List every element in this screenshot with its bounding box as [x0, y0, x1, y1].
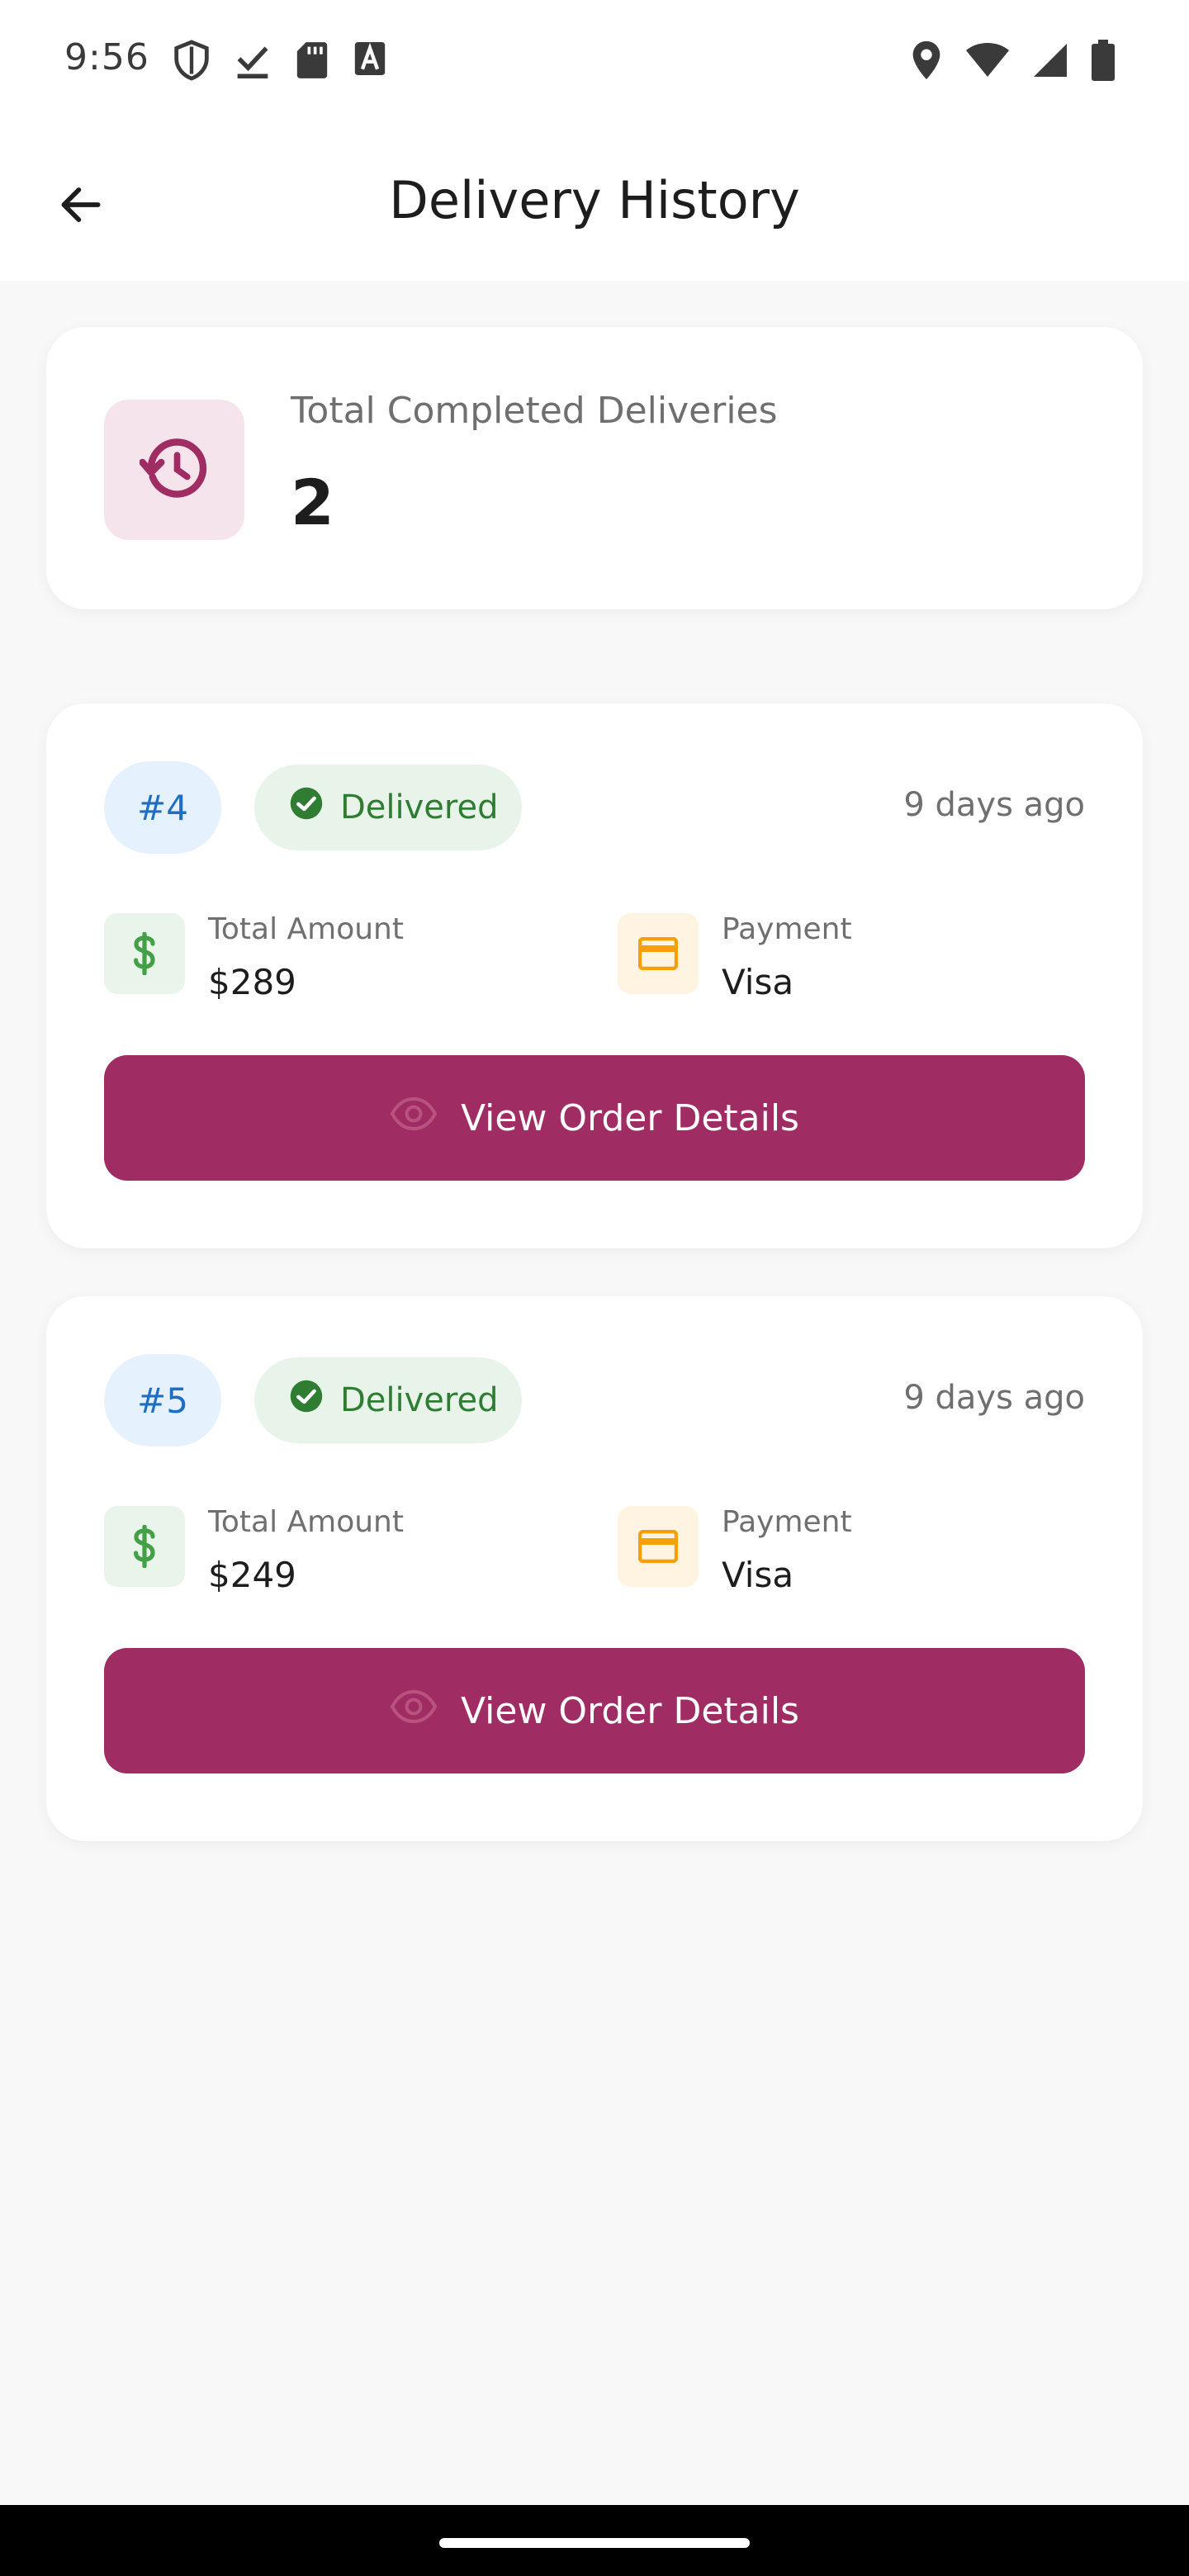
check-circle-icon [289, 1379, 324, 1422]
check-circle-icon [289, 786, 324, 829]
battery-icon [1092, 40, 1115, 81]
text-a-icon [353, 40, 386, 81]
order-time: 9 days ago [903, 1379, 1085, 1417]
view-order-details-button[interactable]: View Order Details [104, 1648, 1085, 1773]
credit-card-icon [618, 913, 699, 994]
status-label: Delivered [340, 788, 499, 826]
app-bar: Delivery History [0, 116, 1189, 281]
payment-label: Payment [722, 912, 852, 946]
status-badge: Delivered [254, 765, 522, 850]
payment-value: Visa [722, 1555, 794, 1595]
order-id-badge: #4 [104, 761, 221, 854]
view-order-details-label: View Order Details [461, 1096, 799, 1139]
total-amount-value: $289 [208, 962, 296, 1002]
status-icons-left [173, 40, 386, 81]
summary-value: 2 [291, 466, 334, 539]
order-card: #5 Delivered 9 days ago Total Amount $24… [46, 1296, 1143, 1841]
view-order-details-button[interactable]: View Order Details [104, 1055, 1085, 1181]
payment-block: Payment Visa [618, 1504, 852, 1597]
location-icon [910, 40, 943, 81]
eye-icon [390, 1096, 438, 1139]
wifi-icon [966, 42, 1009, 78]
total-amount-block: Total Amount $249 [104, 1504, 404, 1597]
total-amount-label: Total Amount [208, 912, 404, 946]
total-amount-value: $249 [208, 1555, 296, 1595]
page-title: Delivery History [389, 170, 800, 230]
summary-icon-box [104, 400, 244, 540]
status-badge: Delivered [254, 1357, 522, 1443]
home-gesture-handle[interactable] [439, 2538, 750, 2548]
status-bar: 9:56 [0, 0, 1189, 116]
dollar-icon [104, 1506, 185, 1587]
payment-value: Visa [722, 962, 794, 1002]
download-done-icon [234, 40, 271, 81]
history-icon [139, 433, 209, 506]
view-order-details-label: View Order Details [461, 1689, 799, 1732]
shield-icon [173, 40, 210, 81]
credit-card-icon [618, 1506, 699, 1587]
order-card: #4 Delivered 9 days ago Total Amount $28… [46, 703, 1143, 1248]
status-icons-right [910, 40, 1115, 81]
payment-block: Payment Visa [618, 912, 852, 1004]
system-navigation-bar [0, 2505, 1189, 2576]
sd-card-icon [296, 40, 329, 81]
status-label: Delivered [340, 1381, 499, 1419]
status-time: 9:56 [64, 36, 149, 78]
order-time: 9 days ago [903, 786, 1085, 824]
payment-label: Payment [722, 1505, 852, 1539]
signal-icon [1032, 42, 1068, 78]
summary-card: Total Completed Deliveries 2 [46, 327, 1143, 609]
total-amount-block: Total Amount $289 [104, 912, 404, 1004]
total-amount-label: Total Amount [208, 1505, 404, 1539]
summary-label: Total Completed Deliveries [291, 390, 778, 432]
eye-icon [390, 1689, 438, 1732]
dollar-icon [104, 913, 185, 994]
order-id-badge: #5 [104, 1354, 221, 1447]
